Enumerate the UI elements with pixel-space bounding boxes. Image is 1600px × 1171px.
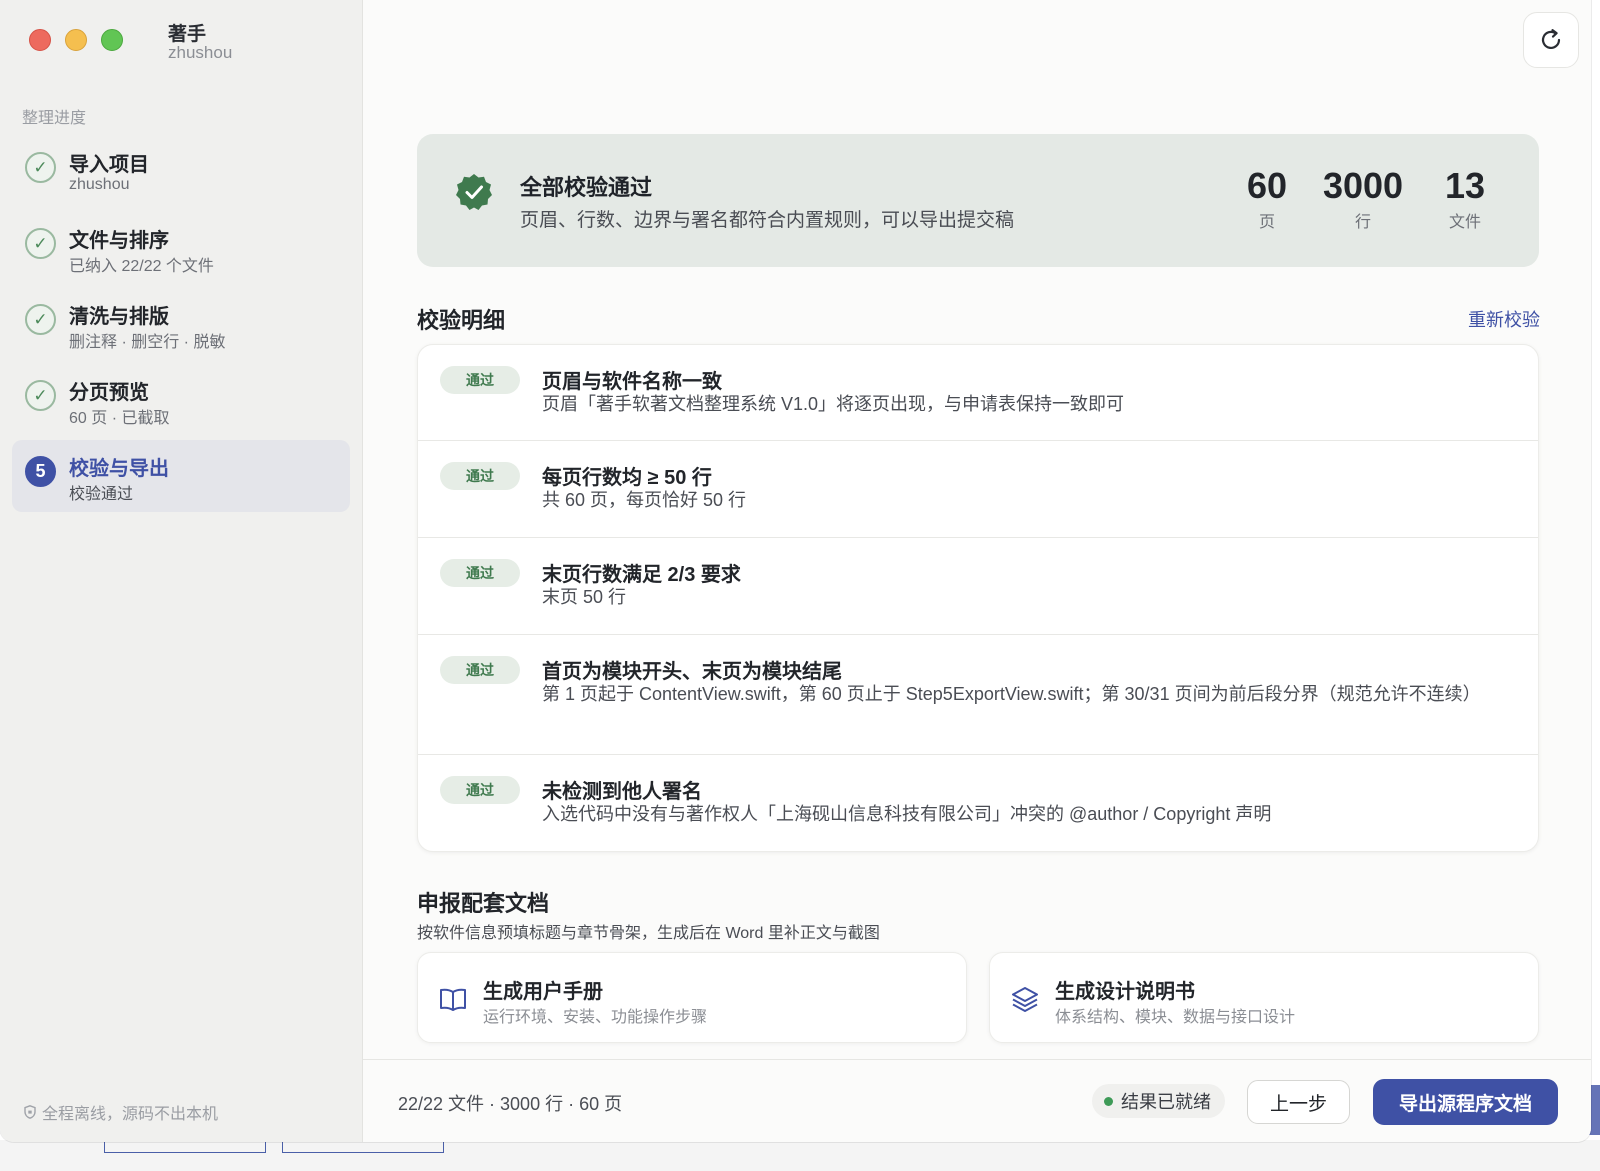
app-title: 著手: [168, 24, 207, 45]
footer-bar: 22/22 文件 · 3000 行 · 60 页 结果已就绪 上一步 导出源程序…: [363, 1059, 1591, 1142]
pass-badge: 通过: [440, 462, 520, 490]
stat-value: 60: [1246, 165, 1288, 206]
footer-summary: 22/22 文件 · 3000 行 · 60 页: [398, 1094, 623, 1114]
app-subtitle: zhushou: [168, 43, 233, 62]
check-icon: ✓: [25, 304, 56, 335]
previous-step-button[interactable]: 上一步: [1247, 1080, 1350, 1124]
step-subtitle: 60 页 · 已截取: [69, 410, 170, 427]
details-heading: 校验明细: [417, 308, 506, 333]
export-source-doc-button[interactable]: 导出源程序文档: [1373, 1079, 1558, 1125]
book-icon: [440, 988, 466, 1011]
doc-card-title: 生成设计说明书: [1055, 981, 1195, 1003]
background-box: [282, 1142, 444, 1153]
check-title: 首页为模块开头、末页为模块结尾: [542, 661, 842, 683]
step-subtitle: zhushou: [69, 176, 130, 193]
step-number-badge: 5: [25, 456, 56, 487]
offline-note: 全程离线，源码不出本机: [24, 1100, 218, 1124]
docs-subtitle: 按软件信息预填标题与章节骨架，生成后在 Word 里补正文与截图: [417, 925, 880, 942]
check-icon: ✓: [25, 380, 56, 411]
pass-badge: 通过: [440, 366, 520, 394]
recheck-link[interactable]: 重新校验: [1468, 306, 1540, 332]
offline-note-text: 全程离线，源码不出本机: [42, 1106, 219, 1123]
step-subtitle: 校验通过: [69, 486, 134, 503]
close-window-button[interactable]: [29, 29, 51, 51]
step-title: 导入项目: [69, 154, 149, 176]
stat-lines: 3000 行: [1313, 166, 1413, 232]
pass-badge: 通过: [440, 559, 520, 587]
window-controls: [29, 29, 123, 51]
check-item: 通过 未检测到他人署名 入选代码中没有与著作权人「上海砚山信息科技有限公司」冲突…: [418, 755, 1538, 851]
zoom-window-button[interactable]: [101, 29, 123, 51]
background-box: [104, 1142, 266, 1153]
pass-badge: 通过: [440, 776, 520, 804]
check-item: 通过 末页行数满足 2/3 要求 末页 50 行: [418, 538, 1538, 635]
step-import[interactable]: ✓ 导入项目 zhushou: [12, 136, 350, 208]
pass-badge: 通过: [440, 656, 520, 684]
verified-badge-icon: [456, 174, 492, 210]
step-files-order[interactable]: ✓ 文件与排序 已纳入 22/22 个文件: [12, 212, 350, 284]
stat-value: 13: [1444, 165, 1486, 206]
docs-heading: 申报配套文档: [417, 891, 550, 916]
check-title: 末页行数满足 2/3 要求: [542, 564, 741, 586]
step-page-preview[interactable]: ✓ 分页预览 60 页 · 已截取: [12, 364, 350, 436]
doc-card-subtitle: 运行环境、安装、功能操作步骤: [483, 1009, 708, 1026]
doc-card-subtitle: 体系结构、模块、数据与接口设计: [1055, 1009, 1296, 1026]
step-subtitle: 已纳入 22/22 个文件: [69, 258, 214, 275]
check-description: 第 1 页起于 ContentView.swift，第 60 页止于 Step5…: [542, 684, 1481, 704]
refresh-icon: [1541, 29, 1561, 49]
check-description: 入选代码中没有与著作权人「上海砚山信息科技有限公司」冲突的 @author / …: [542, 804, 1272, 824]
check-title: 未检测到他人署名: [542, 781, 702, 803]
step-clean-layout[interactable]: ✓ 清洗与排版 删注释 · 删空行 · 脱敏: [12, 288, 350, 360]
shield-icon: [24, 1105, 36, 1119]
stat-value: 3000: [1322, 165, 1404, 206]
check-icon: ✓: [25, 228, 56, 259]
step-title: 文件与排序: [69, 230, 169, 252]
step-title: 清洗与排版: [69, 306, 169, 328]
summary-title: 全部校验通过: [520, 175, 653, 200]
stat-unit: 文件: [1448, 214, 1481, 231]
status-badge: 结果已就绪: [1092, 1084, 1225, 1118]
check-description: 末页 50 行: [542, 587, 627, 607]
step-title: 分页预览: [69, 382, 149, 404]
stat-pages: 60 页: [1237, 166, 1297, 232]
check-item: 通过 每页行数均 ≥ 50 行 共 60 页，每页恰好 50 行: [418, 441, 1538, 538]
step-title: 校验与导出: [69, 458, 169, 480]
check-title: 页眉与软件名称一致: [542, 371, 722, 393]
generate-design-spec-button[interactable]: 生成设计说明书 体系结构、模块、数据与接口设计: [989, 952, 1539, 1043]
check-list: 通过 页眉与软件名称一致 页眉「著手软著文档整理系统 V1.0」将逐页出现，与申…: [417, 344, 1539, 852]
stat-files: 13 文件: [1435, 166, 1495, 232]
check-description: 页眉「著手软著文档整理系统 V1.0」将逐页出现，与申请表保持一致即可: [542, 394, 1125, 414]
step-list: ✓ 导入项目 zhushou ✓ 文件与排序 已纳入 22/22 个文件 ✓ 清…: [12, 136, 350, 516]
check-description: 共 60 页，每页恰好 50 行: [542, 490, 747, 510]
app-window: 著手 zhushou 整理进度 ✓ 导入项目 zhushou ✓ 文件与排序 已…: [0, 0, 1591, 1142]
check-item: 通过 页眉与软件名称一致 页眉「著手软著文档整理系统 V1.0」将逐页出现，与申…: [418, 345, 1538, 441]
minimize-window-button[interactable]: [65, 29, 87, 51]
check-item: 通过 首页为模块开头、末页为模块结尾 第 1 页起于 ContentView.s…: [418, 635, 1538, 755]
doc-card-title: 生成用户手册: [483, 981, 603, 1003]
refresh-button[interactable]: [1523, 12, 1579, 68]
check-title: 每页行数均 ≥ 50 行: [542, 467, 712, 489]
stat-unit: 页: [1258, 214, 1275, 231]
step-subtitle: 删注释 · 删空行 · 脱敏: [69, 334, 226, 351]
verification-summary-card: 全部校验通过 页眉、行数、边界与署名都符合内置规则，可以导出提交稿 60 页 3…: [417, 134, 1539, 267]
sidebar: 著手 zhushou 整理进度 ✓ 导入项目 zhushou ✓ 文件与排序 已…: [0, 0, 363, 1142]
stat-unit: 行: [1354, 214, 1371, 231]
summary-subtitle: 页眉、行数、边界与署名都符合内置规则，可以导出提交稿: [520, 210, 1015, 231]
step-verify-export[interactable]: 5 校验与导出 校验通过: [12, 440, 350, 512]
main-content: 全部校验通过 页眉、行数、边界与署名都符合内置规则，可以导出提交稿 60 页 3…: [363, 0, 1591, 1142]
generate-user-manual-button[interactable]: 生成用户手册 运行环境、安装、功能操作步骤: [417, 952, 967, 1043]
check-icon: ✓: [25, 152, 56, 183]
progress-section-label: 整理进度: [22, 110, 87, 127]
status-dot-icon: [1104, 1096, 1113, 1106]
layers-icon: [1012, 987, 1038, 1012]
status-text: 结果已就绪: [1121, 1092, 1211, 1112]
